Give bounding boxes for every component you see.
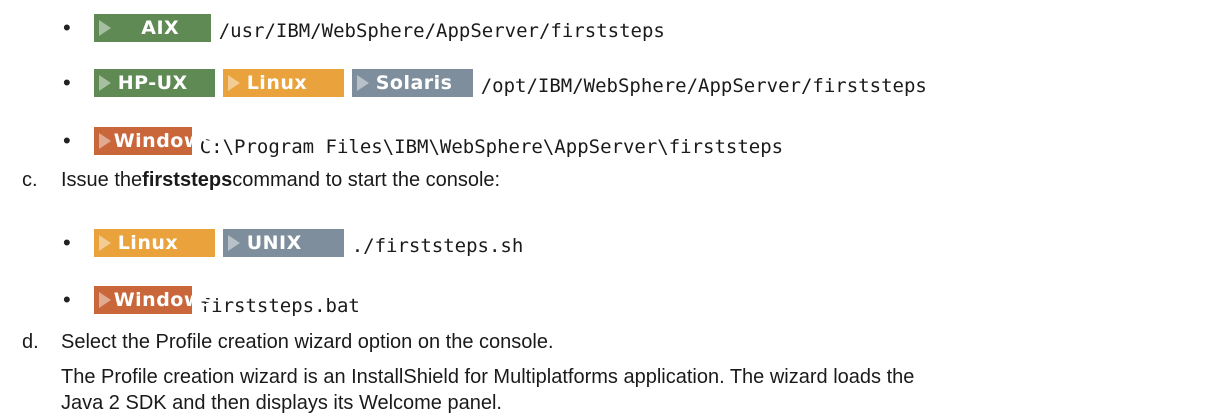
step-c: c. Issue the firststeps command to start…	[22, 169, 500, 192]
list-item-windows-command: • Windows firststeps.bat	[63, 283, 360, 317]
solaris-platform-badge: Solaris	[351, 69, 473, 97]
list-item-windows-path: • Windows C:\Program Files\IBM\WebSphere…	[63, 124, 783, 158]
linux-unix-command: ./firststeps.sh	[351, 235, 524, 257]
step-letter: d.	[22, 331, 39, 353]
step-d-text: Select the Profile creation wizard optio…	[61, 331, 554, 353]
list-item-hpux-linux-solaris-path: • HP-UX Linux Solaris /opt/IBM/WebSphere…	[63, 69, 927, 97]
linux-platform-badge: Linux	[222, 69, 344, 97]
windows-platform-badge: Windows	[93, 127, 213, 155]
hpux-linux-solaris-path: /opt/IBM/WebSphere/AppServer/firststeps	[480, 75, 927, 97]
windows-path: C:\Program Files\IBM\WebSphere\AppServer…	[199, 136, 784, 158]
aix-path: /usr/IBM/WebSphere/AppServer/firststeps	[218, 20, 665, 42]
list-item-aix-path: • AIX /usr/IBM/WebSphere/AppServer/first…	[63, 14, 665, 42]
aix-platform-badge: AIX	[93, 14, 211, 42]
list-item-linux-unix-command: • Linux UNIX ./firststeps.sh	[63, 229, 523, 257]
step-c-text-before: Issue the	[61, 169, 143, 191]
bullet: •	[63, 15, 71, 40]
unix-platform-badge: UNIX	[222, 229, 344, 257]
windows-command: firststeps.bat	[199, 295, 360, 317]
windows-platform-badge: Windows	[93, 286, 213, 314]
hpux-platform-badge: HP-UX	[93, 69, 215, 97]
step-d-paragraph-line-2: Java 2 SDK and then displays its Welcome…	[61, 392, 502, 414]
bullet: •	[63, 70, 71, 95]
step-d-paragraph-line-1: The Profile creation wizard is an Instal…	[61, 366, 915, 388]
linux-platform-badge: Linux	[93, 229, 215, 257]
bullet: •	[63, 128, 71, 153]
firststeps-command-name: firststeps	[142, 169, 233, 191]
step-d: d. Select the Profile creation wizard op…	[22, 331, 554, 354]
step-letter: c.	[22, 169, 38, 191]
step-c-text-after: command to start the console:	[232, 169, 501, 191]
bullet: •	[63, 287, 71, 312]
bullet: •	[63, 230, 71, 255]
